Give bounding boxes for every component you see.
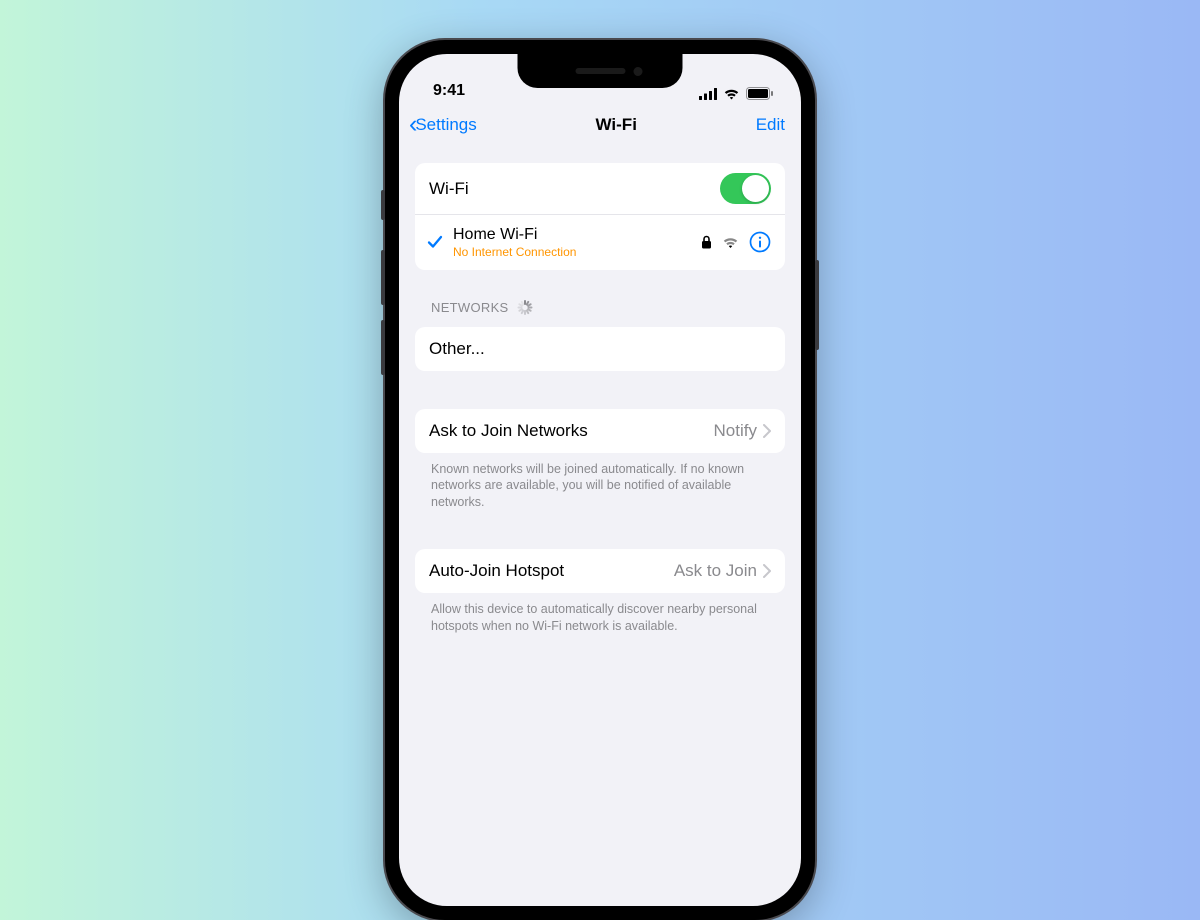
ask-to-join-row[interactable]: Ask to Join Networks Notify xyxy=(415,409,785,453)
wifi-toggle-label: Wi-Fi xyxy=(429,179,469,199)
other-label: Other... xyxy=(429,339,485,359)
spinner-icon xyxy=(517,300,532,315)
volume-up-button xyxy=(381,250,385,305)
volume-down-button xyxy=(381,320,385,375)
notch xyxy=(518,54,683,88)
wifi-status-icon xyxy=(723,88,740,100)
auto-join-group: Auto-Join Hotspot Ask to Join xyxy=(415,549,785,593)
back-label: Settings xyxy=(415,115,476,135)
battery-icon xyxy=(746,87,773,100)
other-network-row[interactable]: Other... xyxy=(415,327,785,371)
power-button xyxy=(815,260,819,350)
auto-join-value: Ask to Join xyxy=(674,561,757,581)
cellular-icon xyxy=(699,88,717,100)
page-title: Wi-Fi xyxy=(596,115,637,135)
network-name: Home Wi-Fi xyxy=(453,225,701,244)
ask-to-join-value: Notify xyxy=(714,421,757,441)
chevron-right-icon xyxy=(763,424,771,438)
auto-join-row[interactable]: Auto-Join Hotspot Ask to Join xyxy=(415,549,785,593)
networks-header-label: NETWORKS xyxy=(431,300,509,315)
wifi-toggle-row: Wi-Fi xyxy=(415,163,785,214)
status-time: 9:41 xyxy=(433,82,465,100)
ask-to-join-group: Ask to Join Networks Notify xyxy=(415,409,785,453)
edit-button[interactable]: Edit xyxy=(756,115,785,135)
networks-section-header: NETWORKS xyxy=(415,300,785,321)
wifi-toggle[interactable] xyxy=(720,173,771,204)
lock-icon xyxy=(701,235,712,249)
ask-to-join-footer: Known networks will be joined automatica… xyxy=(415,453,785,512)
chevron-right-icon xyxy=(763,564,771,578)
nav-bar: ‹ Settings Wi-Fi Edit xyxy=(399,102,801,145)
networks-group: Other... xyxy=(415,327,785,371)
wifi-group: Wi-Fi Home Wi-Fi No Internet Connection xyxy=(415,163,785,270)
connected-network-row[interactable]: Home Wi-Fi No Internet Connection xyxy=(415,214,785,270)
auto-join-label: Auto-Join Hotspot xyxy=(429,561,564,581)
checkmark-icon xyxy=(426,233,444,251)
phone-frame: 9:41 ‹ Settings Wi-Fi Edit Wi-Fi xyxy=(385,40,815,920)
mute-switch xyxy=(381,190,385,220)
info-icon[interactable] xyxy=(749,231,771,253)
network-status: No Internet Connection xyxy=(453,245,701,259)
back-button[interactable]: ‹ Settings xyxy=(409,112,477,137)
screen: 9:41 ‹ Settings Wi-Fi Edit Wi-Fi xyxy=(399,54,801,906)
auto-join-footer: Allow this device to automatically disco… xyxy=(415,593,785,635)
wifi-signal-icon xyxy=(722,236,739,249)
ask-to-join-label: Ask to Join Networks xyxy=(429,421,588,441)
